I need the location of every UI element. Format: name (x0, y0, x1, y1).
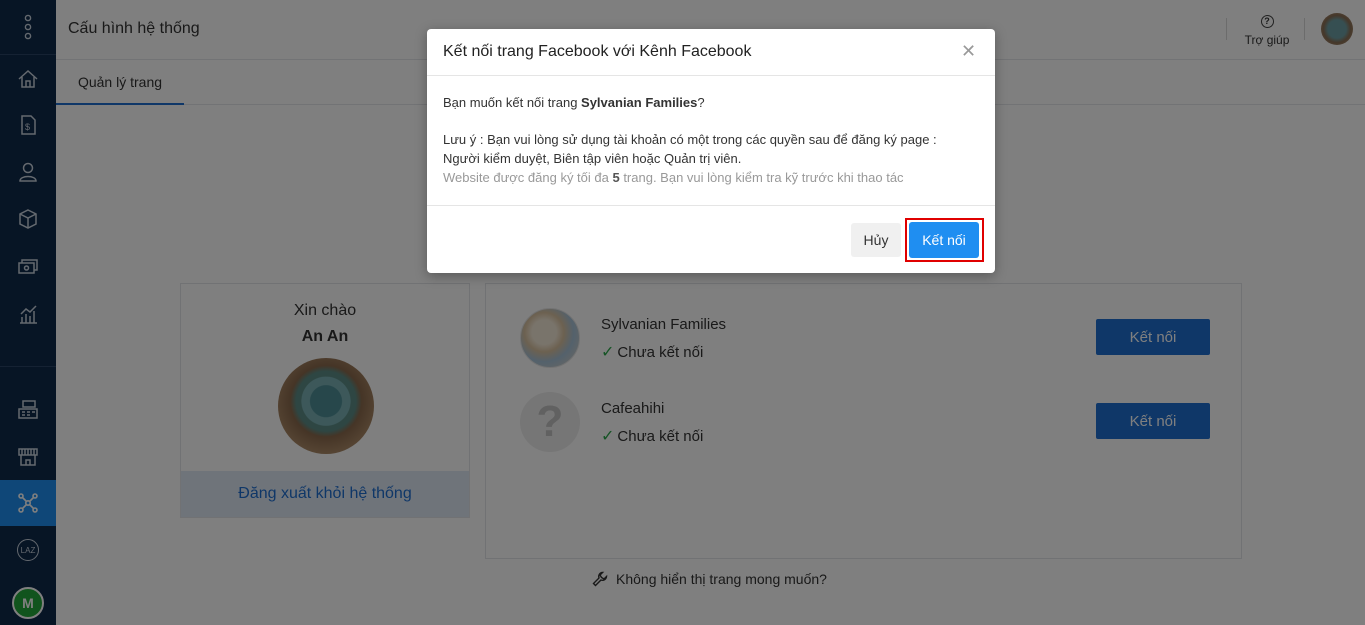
question-prefix: Bạn muốn kết nối trang (443, 95, 582, 110)
cancel-button[interactable]: Hủy (851, 223, 901, 257)
limit-prefix: Website được đăng ký tối đa (443, 170, 613, 185)
limit-suffix: trang. Bạn vui lòng kiểm tra kỹ trước kh… (619, 170, 904, 185)
dialog-body: Bạn muốn kết nối trang Sylvanian Familie… (443, 93, 983, 187)
limit-note: Website được đăng ký tối đa 5 trang. Bạn… (443, 168, 983, 187)
confirm-connect-button[interactable]: Kết nối (909, 222, 979, 258)
limit-count: 5 (612, 170, 620, 185)
dialog-question: Bạn muốn kết nối trang Sylvanian Familie… (443, 93, 983, 112)
dialog-footer: Hủy Kết nối (427, 205, 995, 273)
question-suffix: ? (697, 95, 705, 110)
connect-dialog: Kết nối trang Facebook với Kênh Facebook… (427, 29, 995, 273)
note-line-1: Lưu ý : Bạn vui lòng sử dụng tài khoản c… (443, 132, 937, 147)
dialog-title: Kết nối trang Facebook với Kênh Facebook (443, 43, 752, 60)
note-line-2: Người kiểm duyệt, Biên tập viên hoặc Quả… (443, 151, 742, 166)
dialog-header: Kết nối trang Facebook với Kênh Facebook… (427, 29, 995, 76)
close-icon[interactable]: ✕ (961, 42, 976, 60)
question-page-name: Sylvanian Families (581, 95, 698, 110)
